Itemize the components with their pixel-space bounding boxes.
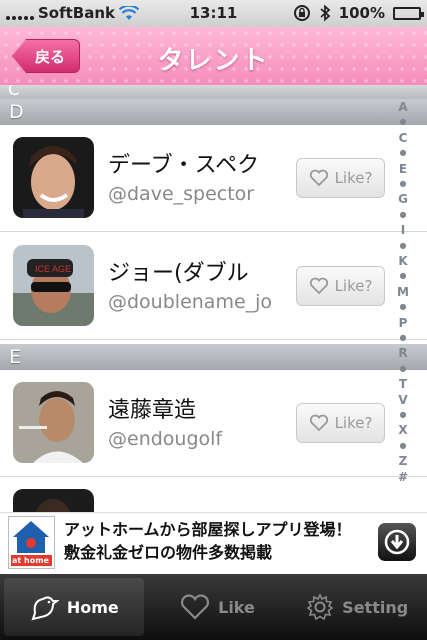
battery-percent: 100% (338, 4, 385, 22)
index-letter[interactable]: I (393, 223, 413, 237)
index-separator-dot[interactable]: ● (393, 115, 413, 129)
talent-handle: @doublename_jo (108, 291, 273, 313)
index-separator-dot[interactable]: ● (393, 269, 413, 283)
section-index-bar[interactable]: A ● C ● E ● G ● I ● K ● M ● P ● R ● T V ● X ● Z # (393, 100, 413, 500)
talent-handle: @endougolf (108, 428, 223, 450)
tab-bar: Home Like Setting (0, 574, 427, 640)
athome-logo: at home (8, 516, 55, 569)
index-letter[interactable]: R (393, 346, 413, 360)
like-label: Like? (334, 169, 373, 187)
navigation-bar: 戻る タレント (0, 27, 427, 85)
index-letter[interactable]: K (393, 254, 413, 268)
svg-text:ICE AGE: ICE AGE (35, 264, 71, 274)
like-button[interactable]: Like? (296, 158, 385, 198)
heart-icon (181, 594, 210, 620)
index-letter[interactable]: X (393, 423, 413, 437)
tab-home[interactable]: Home (4, 578, 144, 636)
talent-list[interactable]: C D デーブ・スペク @dave_spector Like? ICE AGE … (0, 85, 427, 515)
index-letter[interactable]: Z (393, 454, 413, 468)
download-icon (384, 529, 410, 555)
talent-name: デーブ・スペク (108, 153, 260, 178)
index-letter[interactable]: T (393, 377, 413, 391)
list-item[interactable] (0, 477, 427, 515)
heart-icon (309, 169, 328, 187)
index-separator-dot[interactable]: ● (393, 300, 413, 314)
list-item[interactable]: 遠藤章造 @endougolf Like? (0, 370, 427, 477)
section-letter: C (8, 85, 20, 100)
avatar (13, 137, 94, 218)
tab-setting-label: Setting (342, 597, 409, 617)
index-letter[interactable]: M (393, 285, 413, 299)
list-item[interactable]: ICE AGE ジョー(ダブル @doublename_jo Like? (0, 233, 427, 340)
ad-banner[interactable]: at home アットホームから部屋探しアプリ登場！敷金礼金ゼロの物件多数掲載 (0, 512, 427, 574)
status-right: 100% (293, 4, 424, 22)
index-separator-dot[interactable]: ● (393, 362, 413, 376)
page-title: タレント (157, 46, 270, 76)
index-separator-dot[interactable]: ● (393, 208, 413, 222)
index-letter[interactable]: A (393, 100, 413, 114)
index-separator-dot[interactable]: ● (393, 331, 413, 345)
gear-icon (306, 593, 334, 621)
bird-icon (31, 596, 59, 621)
section-header-d: D (0, 99, 427, 125)
avatar: ICE AGE (13, 245, 94, 326)
index-separator-dot[interactable]: ● (393, 239, 413, 253)
index-separator-dot[interactable]: ● (393, 439, 413, 453)
status-bar: SoftBank 13:11 100% (0, 0, 427, 27)
like-button[interactable]: Like? (296, 403, 385, 443)
tab-home-label: Home (66, 597, 119, 617)
like-label: Like? (334, 414, 373, 432)
talent-name: ジョー(ダブル (108, 261, 249, 286)
index-separator-dot[interactable]: ● (393, 408, 413, 422)
avatar (13, 382, 94, 463)
rotation-lock-icon (293, 5, 310, 21)
index-separator-dot[interactable]: ● (393, 177, 413, 191)
index-letter[interactable]: G (393, 192, 413, 206)
ad-text: アットホームから部屋探しアプリ登場！敷金礼金ゼロの物件多数掲載 (64, 520, 352, 562)
list-item[interactable]: デーブ・スペク @dave_spector Like? (0, 125, 427, 232)
ad-logo-text: at home (12, 556, 49, 565)
index-letter[interactable]: P (393, 316, 413, 330)
index-letter[interactable]: C (393, 131, 413, 145)
tab-setting[interactable]: Setting (287, 574, 427, 640)
talent-handle: @dave_spector (108, 183, 255, 205)
index-separator-dot[interactable]: ● (393, 146, 413, 160)
tab-like-label: Like (218, 597, 255, 617)
bluetooth-icon (320, 4, 331, 22)
heart-icon (309, 277, 328, 295)
like-button[interactable]: Like? (296, 266, 385, 306)
heart-icon (309, 414, 328, 432)
battery-icon (393, 6, 424, 20)
download-button[interactable] (378, 523, 416, 561)
section-header-c: C (0, 85, 427, 100)
like-label: Like? (334, 277, 373, 295)
index-letter[interactable]: # (393, 470, 413, 484)
section-header-e: E (0, 344, 427, 370)
index-letter[interactable]: E (393, 162, 413, 176)
tab-like[interactable]: Like (148, 574, 288, 640)
index-letter[interactable]: V (393, 393, 413, 407)
talent-name: 遠藤章造 (108, 398, 197, 423)
